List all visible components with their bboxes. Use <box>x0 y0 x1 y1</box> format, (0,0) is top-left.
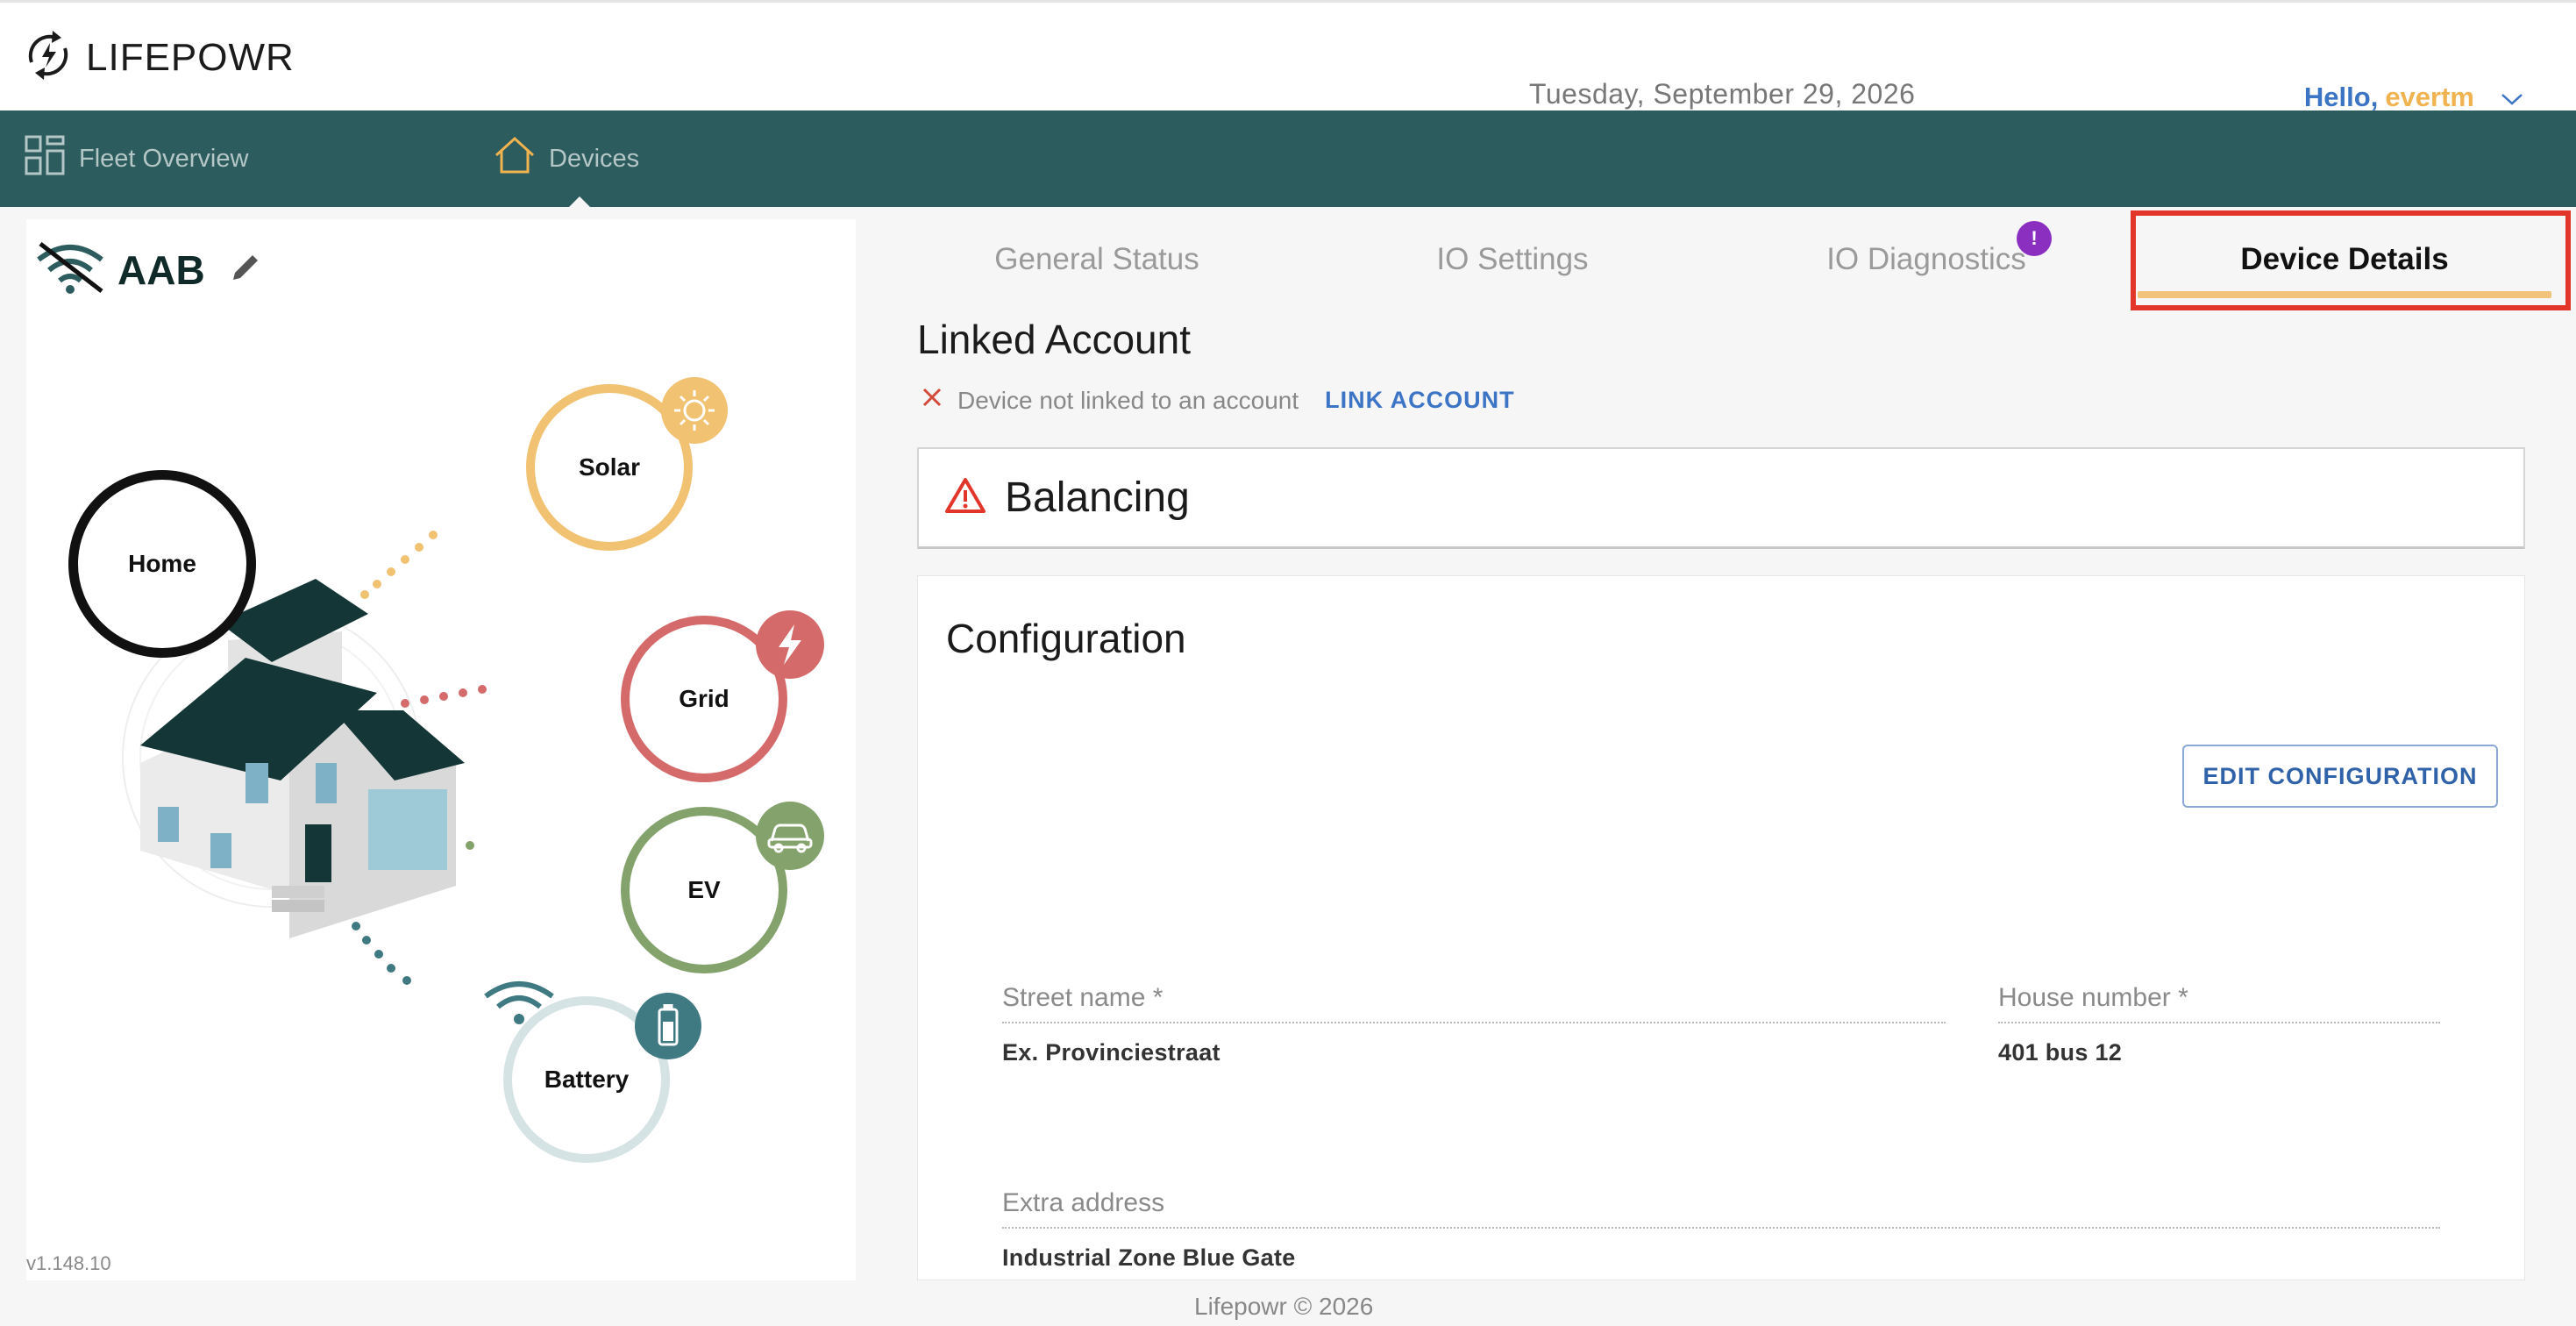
solar-label: Solar <box>578 453 641 481</box>
nav-fleet-overview[interactable]: Fleet Overview <box>25 110 248 207</box>
lightning-icon <box>756 610 824 679</box>
link-status-text: Device not linked to an account <box>957 386 1299 414</box>
configuration-card: Configuration EDIT CONFIGURATION Street … <box>917 575 2525 1280</box>
extra-address-field[interactable]: Extra address Industrial Zone Blue Gate <box>1002 1188 2440 1272</box>
chevron-down-icon[interactable] <box>2501 82 2523 113</box>
link-account-button[interactable]: LINK ACCOUNT <box>1325 387 1514 414</box>
balancing-section[interactable]: Balancing <box>917 447 2525 549</box>
copyright-text: Lifepowr © 2026 <box>1194 1293 1374 1320</box>
battery-icon <box>635 993 701 1059</box>
current-date: Tuesday, September 29, 2026 <box>1529 78 1916 110</box>
username: evertm <box>2385 82 2474 112</box>
edit-configuration-button[interactable]: EDIT CONFIGURATION <box>2182 745 2498 808</box>
tab-label: IO Diagnostics <box>1826 242 2026 276</box>
field-value: 401 bus 12 <box>1998 1039 2123 1066</box>
home-icon <box>495 136 535 182</box>
nav-label: Fleet Overview <box>79 144 249 173</box>
device-panel: AAB Home Solar Grid EV Battery v1.148.10 <box>26 219 856 1280</box>
sun-icon <box>661 377 728 444</box>
tab-general-status[interactable]: General Status <box>917 216 1277 303</box>
tab-io-diagnostics[interactable]: IO Diagnostics <box>1747 216 2106 303</box>
logo[interactable]: LIFEPOWR <box>23 27 295 88</box>
footer: Lifepowr © 2026 <box>0 1280 2576 1326</box>
tab-label: General Status <box>994 242 1199 276</box>
field-label: Street name * <box>1002 983 1946 1023</box>
grid-icon <box>25 135 65 182</box>
car-icon <box>756 802 824 870</box>
top-header: LIFEPOWR Tuesday, September 29, 2026 Hel… <box>0 0 2576 113</box>
configuration-title: Configuration <box>946 616 1186 661</box>
warning-icon <box>945 477 986 518</box>
linked-account-title: Linked Account <box>917 317 1192 362</box>
solar-connector <box>360 531 438 599</box>
diagnostics-alert-badge: ! <box>2017 221 2052 256</box>
main-nav: Fleet Overview Devices <box>0 110 2576 208</box>
nav-label: Devices <box>549 144 640 173</box>
active-nav-indicator <box>568 196 591 208</box>
nav-devices[interactable]: Devices <box>495 110 639 207</box>
linked-account-status: Device not linked to an account LINK ACC… <box>921 386 1515 415</box>
home-label: Home <box>128 550 196 577</box>
wifi-signal-icon <box>482 975 556 1032</box>
greeting-text: Hello, <box>2303 82 2379 112</box>
field-label: Extra address <box>1002 1188 2440 1229</box>
highlight-box <box>2131 210 2571 310</box>
balancing-title: Balancing <box>1005 474 1190 521</box>
ev-label: EV <box>687 876 721 903</box>
home-node[interactable]: Home <box>68 470 256 658</box>
street-name-field[interactable]: Street name * Ex. Provinciestraat <box>1002 983 1946 1066</box>
field-label: House number * <box>1998 983 2440 1023</box>
field-value: Industrial Zone Blue Gate <box>1002 1244 1296 1271</box>
battery-label: Battery <box>544 1066 630 1093</box>
tab-io-settings[interactable]: IO Settings <box>1333 216 1692 303</box>
field-value: Ex. Provinciestraat <box>1002 1039 1220 1066</box>
user-menu[interactable]: Hello, evertm <box>2304 82 2523 113</box>
grid-label: Grid <box>679 685 729 712</box>
grid-connector <box>401 685 487 708</box>
close-icon <box>921 386 943 415</box>
app-name: LIFEPOWR <box>86 35 295 79</box>
lifepowr-logo-icon <box>23 27 74 88</box>
app-version: v1.148.10 <box>26 1252 111 1274</box>
tab-label: IO Settings <box>1436 242 1589 276</box>
house-number-field[interactable]: House number * 401 bus 12 <box>1998 983 2440 1066</box>
